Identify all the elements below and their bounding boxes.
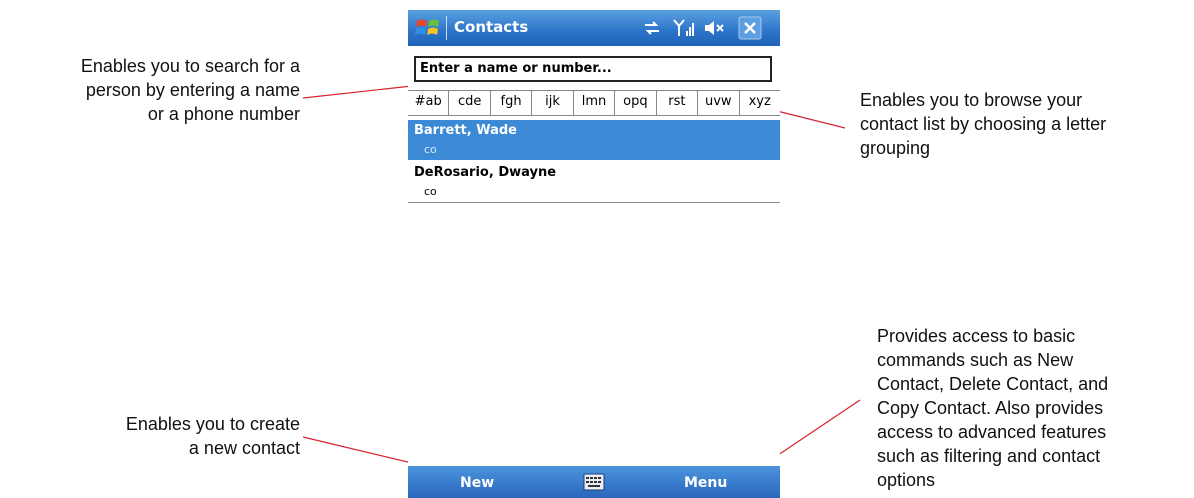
callout-line-text: Enables you to search for a: [80, 56, 300, 76]
letter-tab[interactable]: ijk: [532, 91, 574, 115]
letter-tab[interactable]: cde: [449, 91, 491, 115]
search-callout-line: [302, 85, 413, 99]
browse-callout-line: [772, 109, 846, 129]
callout-line-text: or a phone number: [147, 104, 300, 124]
callout-line-text: Enables you to create: [125, 414, 300, 434]
browse-callout: Enables you to browse your contact list …: [860, 88, 1190, 160]
letter-group-bar: #ab cde fgh ijk lmn opq rst uvw xyz: [408, 90, 780, 116]
signal-icon[interactable]: [672, 17, 696, 39]
letter-tab[interactable]: opq: [615, 91, 657, 115]
contact-name: Barrett, Wade: [414, 123, 517, 138]
callout-line-text: contact list by choosing a letter: [860, 114, 1107, 134]
callout-line-text: Contact, Delete Contact, and: [877, 374, 1109, 394]
callout-line-text: Copy Contact. Also provides: [877, 398, 1104, 418]
windows-flag-icon[interactable]: [414, 15, 442, 41]
search-input[interactable]: Enter a name or number...: [414, 56, 772, 82]
sync-icon[interactable]: [642, 18, 662, 38]
callout-line-text: commands such as New: [877, 350, 1074, 370]
callout-line-text: options: [877, 470, 936, 490]
contact-list-item-selected[interactable]: Barrett, Wade co: [408, 120, 780, 160]
letter-tab[interactable]: fgh: [491, 91, 533, 115]
letter-tab[interactable]: rst: [657, 91, 699, 115]
contact-name: DeRosario, Dwayne: [414, 165, 557, 180]
callout-line-text: Provides access to basic: [877, 326, 1076, 346]
search-callout: Enables you to search for a person by en…: [0, 54, 300, 126]
letter-tab[interactable]: #ab: [408, 91, 450, 115]
callout-line-text: grouping: [860, 138, 931, 158]
letter-tab[interactable]: xyz: [740, 91, 780, 115]
menu-callout: Provides access to basic commands such a…: [877, 324, 1192, 492]
callout-line-text: such as filtering and contact: [877, 446, 1101, 466]
letter-tab[interactable]: uvw: [698, 91, 740, 115]
contact-code: co: [424, 185, 437, 198]
new-callout: Enables you to create a new contact: [0, 412, 300, 460]
new-softkey-button[interactable]: New: [460, 475, 494, 491]
softkey-bar: New Menu: [408, 466, 780, 498]
callout-line-text: person by entering a name: [85, 80, 300, 100]
status-icons: [642, 16, 774, 40]
device-screen: Contacts Enter a name or number... #ab c…: [408, 10, 780, 498]
contact-code: co: [424, 143, 437, 156]
keyboard-icon[interactable]: [583, 473, 605, 491]
list-divider: [408, 202, 780, 203]
callout-line-text: Enables you to browse your: [860, 90, 1083, 110]
close-icon[interactable]: [738, 16, 762, 40]
title-bar: Contacts: [408, 10, 780, 46]
letter-tab[interactable]: lmn: [574, 91, 616, 115]
contact-list-item[interactable]: DeRosario, Dwayne co: [408, 162, 780, 202]
menu-softkey-button[interactable]: Menu: [684, 475, 727, 491]
speaker-muted-icon[interactable]: [702, 17, 726, 39]
callout-line-text: access to advanced features: [877, 422, 1107, 442]
window-title: Contacts: [454, 18, 529, 36]
title-separator: [446, 16, 447, 40]
callout-line-text: a new contact: [188, 438, 300, 458]
